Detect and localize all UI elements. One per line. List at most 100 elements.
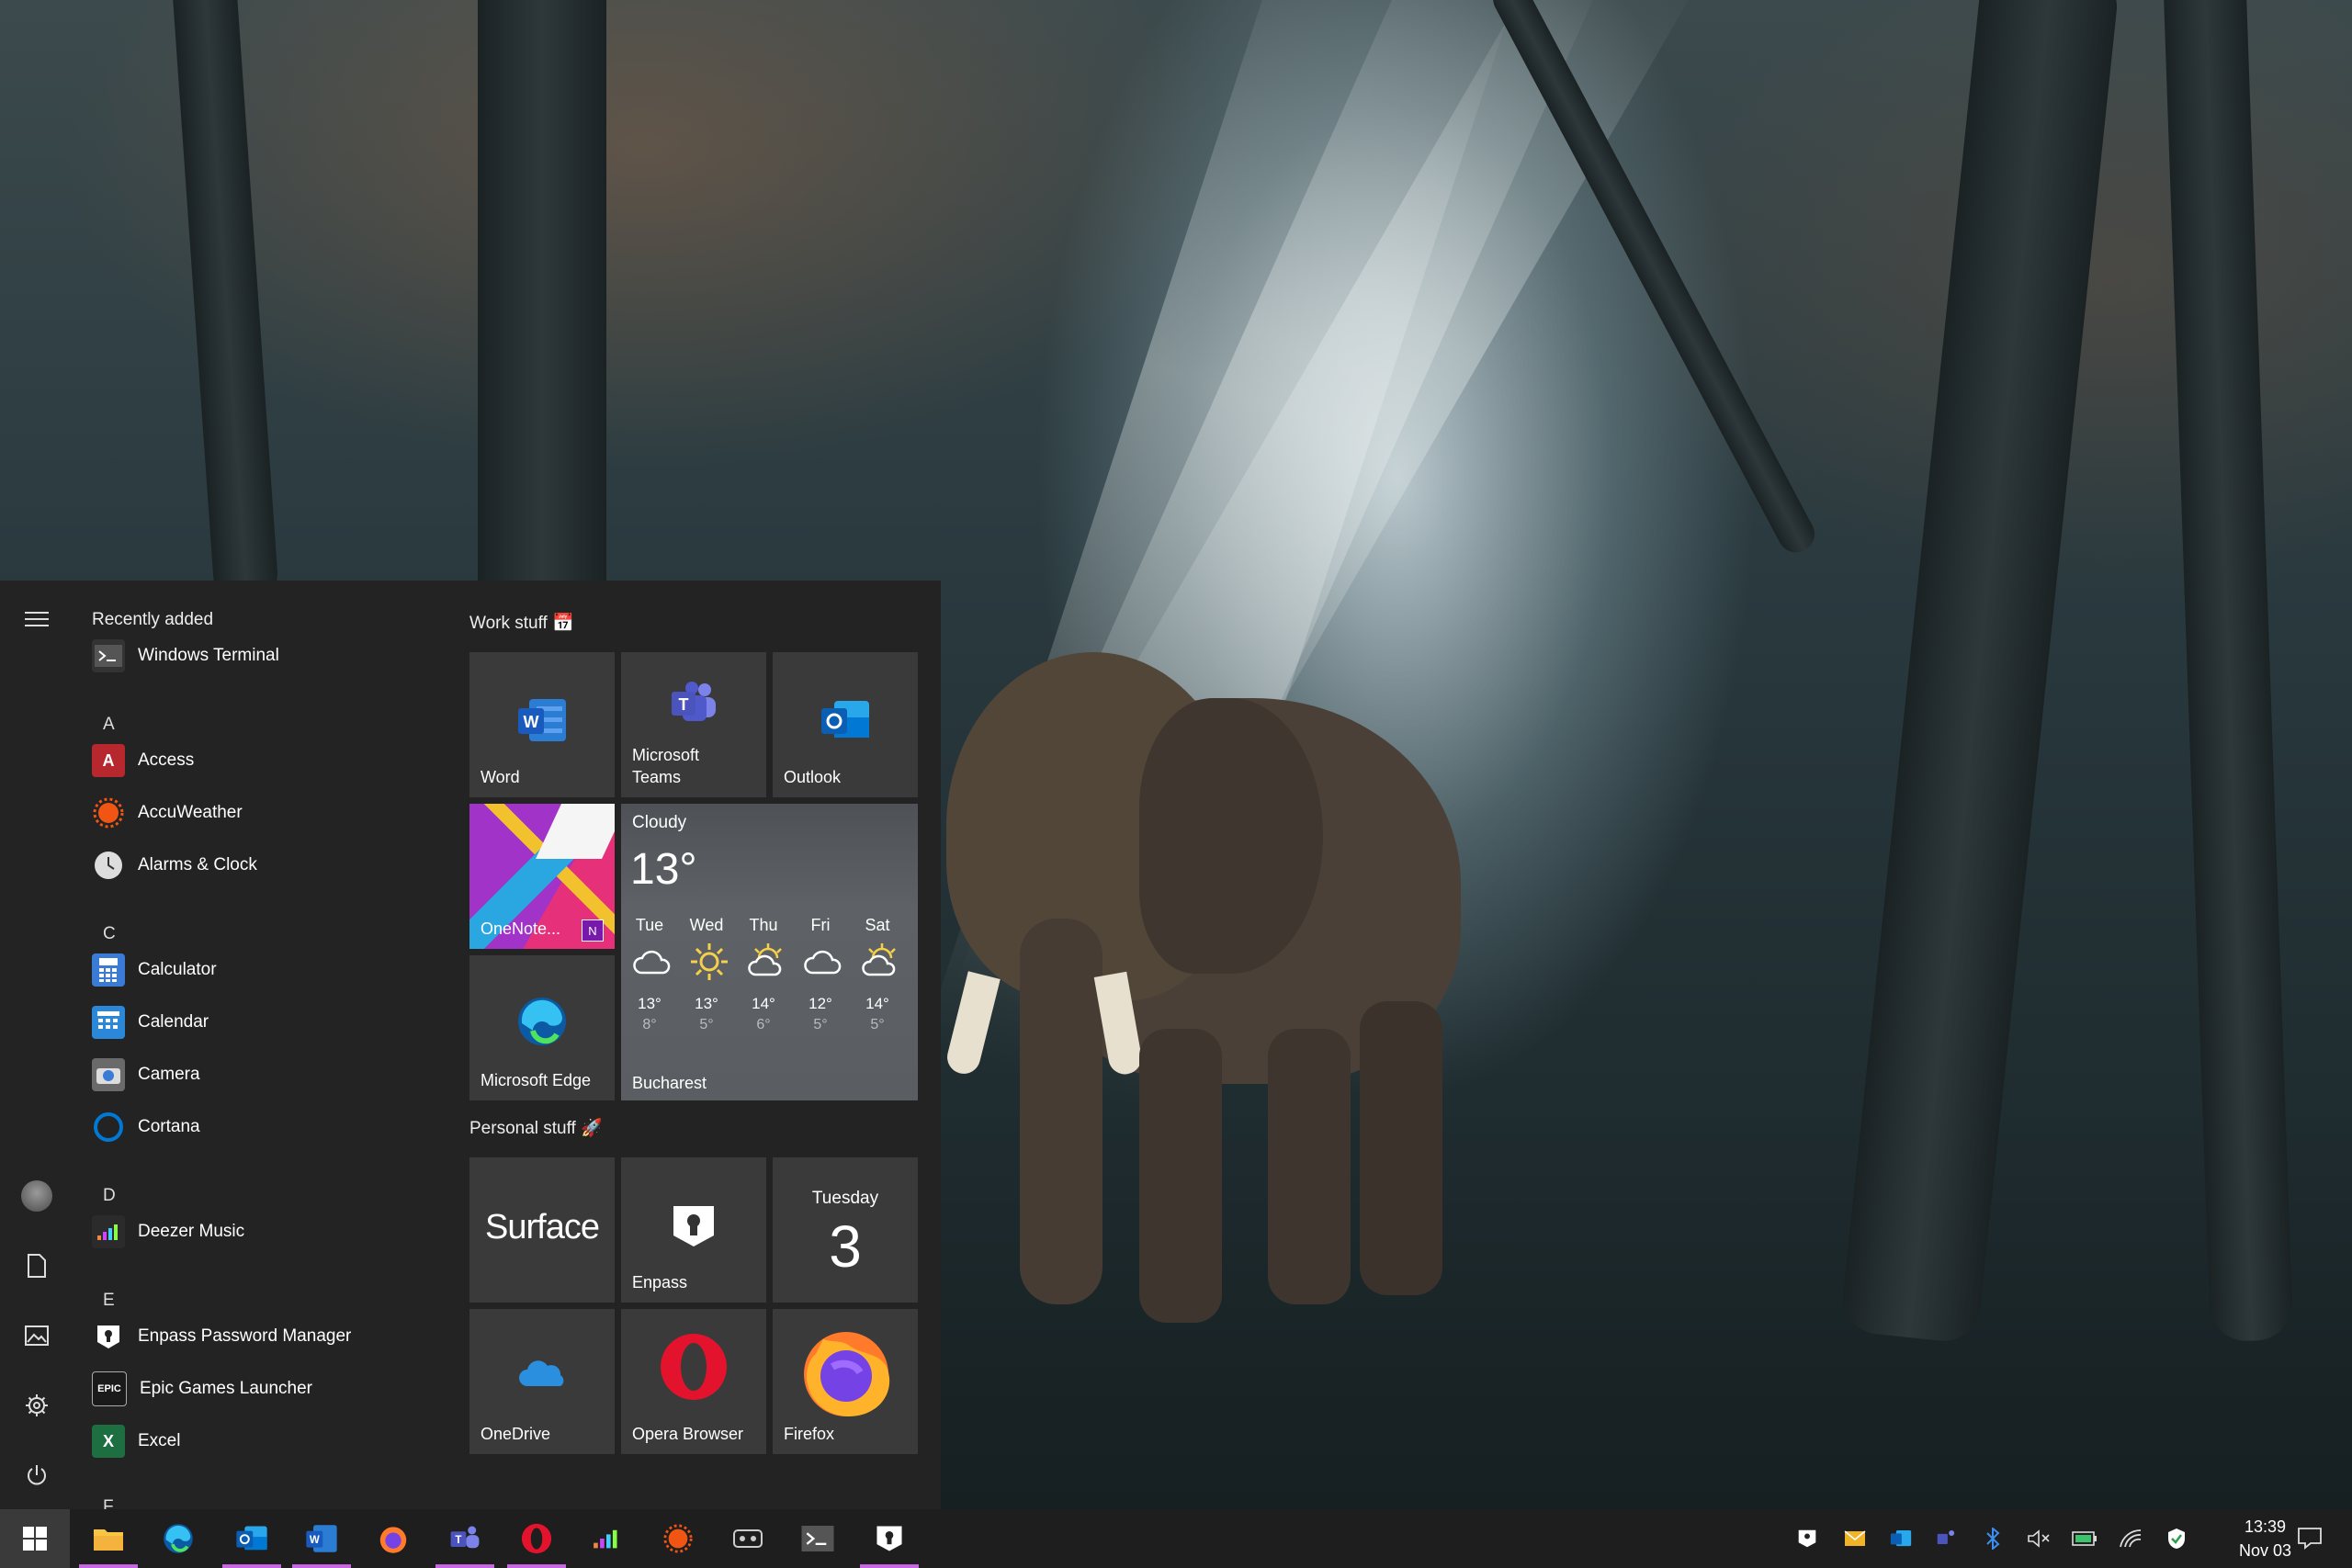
tray-volume[interactable]: [2016, 1509, 2062, 1568]
onedrive-icon: [517, 1355, 567, 1392]
cortana-icon: [92, 1111, 125, 1144]
taskbar-firefox[interactable]: [358, 1509, 428, 1568]
app-item-excel[interactable]: X Excel: [92, 1421, 423, 1461]
calculator-icon: [92, 953, 125, 987]
file-explorer-icon: [94, 1529, 123, 1551]
svg-text:T: T: [679, 695, 689, 714]
start-button[interactable]: [0, 1509, 70, 1568]
app-item-alarms-clock[interactable]: Alarms & Clock: [92, 845, 423, 886]
taskbar-opera[interactable]: [502, 1509, 571, 1568]
app-item-epic-games[interactable]: EPIC Epic Games Launcher: [92, 1369, 423, 1409]
app-item-calculator[interactable]: Calculator: [92, 950, 423, 990]
tray-defender[interactable]: [2154, 1509, 2199, 1568]
app-item-label: Alarms & Clock: [138, 855, 257, 874]
teams-tray-icon: [1937, 1530, 1955, 1544]
app-item-camera[interactable]: Camera: [92, 1055, 423, 1095]
taskbar-enpass[interactable]: [854, 1509, 924, 1568]
cloud-icon: [803, 949, 843, 981]
app-item-label: Epic Games Launcher: [140, 1379, 312, 1398]
taskbar-outlook[interactable]: [217, 1509, 287, 1568]
tile-edge[interactable]: Microsoft Edge: [469, 955, 615, 1100]
tile-teams[interactable]: T Microsoft Teams: [621, 652, 766, 797]
documents-icon[interactable]: [15, 1244, 59, 1288]
svg-text:W: W: [524, 713, 539, 731]
cloud-icon: [632, 949, 673, 981]
tile-surface[interactable]: Surface: [469, 1157, 615, 1303]
app-list[interactable]: Recently added Windows Terminal A A Acce…: [74, 581, 441, 1509]
hamburger-menu-icon[interactable]: [15, 597, 59, 641]
tray-battery[interactable]: [2062, 1509, 2108, 1568]
forecast-low: 5°: [699, 1017, 714, 1032]
tile-onedrive[interactable]: OneDrive: [469, 1309, 615, 1454]
user-avatar[interactable]: [15, 1174, 59, 1218]
calendar-icon: [92, 1006, 125, 1039]
volume-muted-icon: [2028, 1529, 2050, 1548]
taskbar-accuweather[interactable]: [643, 1509, 713, 1568]
notification-icon: [2298, 1528, 2322, 1550]
tile-label: Opera Browser: [632, 1425, 744, 1443]
partly-sunny-icon: [860, 942, 902, 983]
group-title-work[interactable]: Work stuff 📅: [469, 612, 574, 634]
tile-word[interactable]: W Word: [469, 652, 615, 797]
letter-header-d[interactable]: D: [103, 1186, 116, 1206]
start-icon: [23, 1527, 47, 1551]
tile-label: Word: [481, 768, 520, 786]
tile-onenote[interactable]: N OneNote...: [469, 804, 615, 949]
letter-header-e[interactable]: E: [103, 1291, 115, 1311]
forecast-day: Sat: [865, 916, 890, 934]
group-title-personal[interactable]: Personal stuff 🚀: [469, 1117, 603, 1139]
taskbar-teams[interactable]: T: [430, 1509, 500, 1568]
taskbar-terminal[interactable]: [783, 1509, 853, 1568]
active-indicator: [292, 1564, 351, 1568]
tile-calendar[interactable]: Tuesday 3: [773, 1157, 918, 1303]
forecast-high: 13°: [695, 995, 718, 1012]
opera-icon: [521, 1523, 552, 1554]
action-center-button[interactable]: [2282, 1509, 2337, 1568]
taskbar-file-explorer[interactable]: [74, 1509, 143, 1568]
app-item-cortana[interactable]: Cortana: [92, 1107, 423, 1147]
app-item-deezer[interactable]: Deezer Music: [92, 1212, 423, 1252]
tray-mail[interactable]: [1832, 1509, 1878, 1568]
settings-gear-icon[interactable]: [15, 1383, 59, 1427]
svg-text:T: T: [455, 1535, 461, 1546]
app-item-calendar[interactable]: Calendar: [92, 1002, 423, 1043]
tray-bluetooth[interactable]: [1970, 1509, 2016, 1568]
tray-teams[interactable]: [1924, 1509, 1970, 1568]
elephant-trunk: [1020, 919, 1102, 1304]
app-item-label: Calculator: [138, 960, 217, 979]
tree-trunk: [170, 0, 280, 608]
tile-enpass[interactable]: Enpass: [621, 1157, 766, 1303]
weather-condition: Cloudy: [632, 813, 687, 832]
outlook-icon: [818, 694, 873, 746]
tray-outlook[interactable]: [1878, 1509, 1924, 1568]
power-icon[interactable]: [15, 1453, 59, 1497]
access-icon: A: [92, 744, 125, 777]
app-item-access[interactable]: A Access: [92, 740, 423, 781]
app-item-label: Camera: [138, 1065, 200, 1084]
accuweather-icon: [663, 1524, 693, 1553]
letter-header-a[interactable]: A: [103, 715, 115, 735]
excel-icon: X: [92, 1425, 125, 1458]
taskbar-word[interactable]: W: [287, 1509, 356, 1568]
letter-header-f[interactable]: F: [103, 1497, 114, 1509]
elephant-leg: [1360, 1001, 1442, 1295]
letter-header-c[interactable]: C: [103, 924, 116, 944]
tray-wifi[interactable]: [2108, 1509, 2154, 1568]
app-item-accuweather[interactable]: AccuWeather: [92, 793, 423, 833]
app-item-windows-terminal[interactable]: Windows Terminal: [92, 636, 423, 676]
tile-firefox[interactable]: Firefox: [773, 1309, 918, 1454]
tile-outlook[interactable]: Outlook: [773, 652, 918, 797]
taskbar-epic-games[interactable]: [713, 1509, 783, 1568]
pictures-icon[interactable]: [15, 1314, 59, 1358]
app-item-enpass[interactable]: Enpass Password Manager: [92, 1316, 423, 1357]
bluetooth-icon: [1986, 1528, 2000, 1550]
forecast-high: 14°: [752, 995, 775, 1012]
tile-weather[interactable]: Cloudy 13° Tue Wed Thu Fri Sat 13° 13° 1…: [621, 804, 918, 1100]
tile-label: Enpass: [632, 1273, 688, 1292]
tray-enpass[interactable]: [1784, 1509, 1830, 1568]
tile-opera[interactable]: Opera Browser: [621, 1309, 766, 1454]
taskbar-edge[interactable]: [143, 1509, 213, 1568]
onenote-badge-icon: N: [582, 919, 604, 942]
start-menu: Recently added Windows Terminal A A Acce…: [0, 581, 941, 1509]
taskbar-deezer[interactable]: [571, 1509, 641, 1568]
